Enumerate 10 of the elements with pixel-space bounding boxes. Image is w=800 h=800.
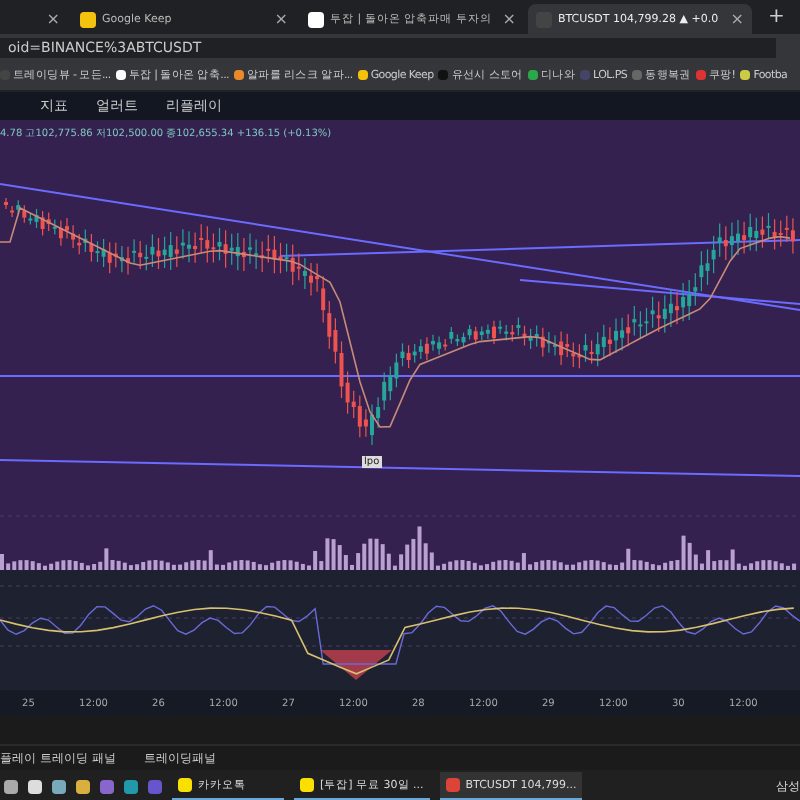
favicon-icon: [80, 11, 96, 27]
close-icon[interactable]: ×: [46, 10, 60, 28]
close-icon[interactable]: ×: [274, 10, 288, 28]
new-tab-icon[interactable]: +: [756, 6, 797, 28]
favicon-icon: [308, 11, 324, 27]
close-icon[interactable]: ×: [730, 10, 744, 28]
browser-tab[interactable]: ×: [0, 4, 68, 34]
close-icon[interactable]: ×: [502, 10, 516, 28]
oversold-area: [320, 650, 392, 680]
trend-line-drawing[interactable]: [0, 183, 800, 477]
